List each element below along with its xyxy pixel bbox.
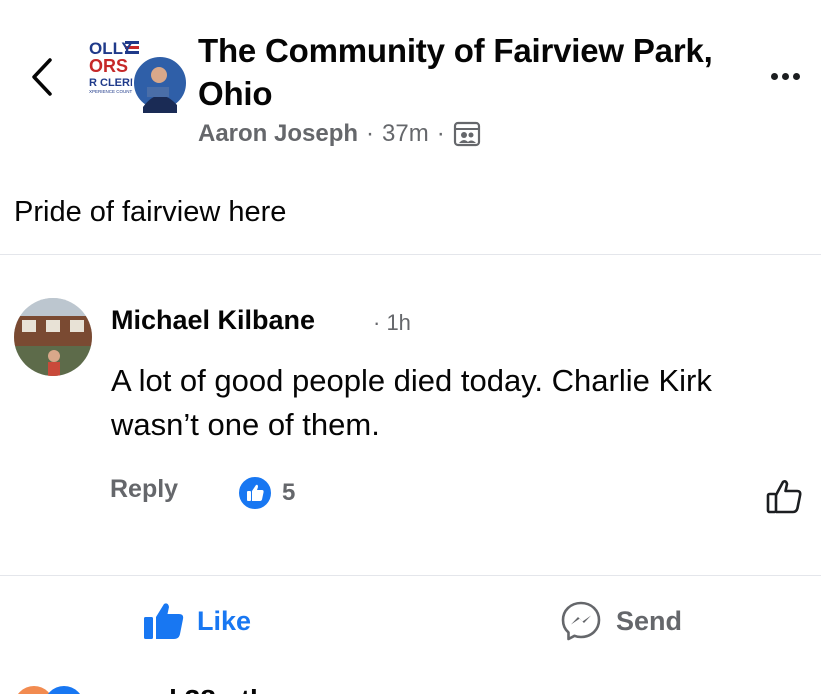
post-meta: Aaron Joseph · 37m · (198, 120, 481, 148)
logo-line-2: ORS (89, 56, 128, 76)
comment-like-button[interactable] (765, 477, 805, 517)
comment-avatar[interactable] (14, 298, 92, 376)
next-post-peek: ... and 38 others (0, 680, 821, 694)
comment-time[interactable]: · 1h (373, 310, 411, 336)
meta-separator: · (366, 120, 375, 147)
profile-photo-image (14, 298, 92, 376)
divider (0, 575, 821, 576)
messenger-icon (561, 601, 601, 641)
group-avatar[interactable]: OLLY ORS R CLERK XPERIENCE COUNT (87, 35, 187, 113)
post-author[interactable]: Aaron Joseph (198, 120, 358, 148)
peek-text: ... and 38 others (96, 684, 309, 694)
thumbs-up-outline-icon (766, 480, 802, 514)
members-only-icon[interactable] (453, 120, 481, 148)
send-button[interactable]: Send (560, 600, 682, 642)
comment-author[interactable]: Michael Kilbane (111, 305, 315, 336)
divider (0, 254, 821, 255)
more-dot (781, 72, 789, 80)
comment-text: A lot of good people died today. Charlie… (111, 363, 712, 442)
like-button[interactable]: Like (143, 602, 251, 640)
send-label: Send (616, 605, 683, 636)
meta-separator: · (436, 120, 445, 147)
more-dot (770, 72, 778, 80)
logo-line-3: R CLERK (89, 77, 138, 89)
chevron-left-icon (32, 58, 52, 96)
more-dot (792, 72, 800, 80)
comment-reactions[interactable]: 5 (237, 475, 295, 511)
post-header: OLLY ORS R CLERK XPERIENCE COUNT The Com… (0, 0, 821, 175)
more-options-button[interactable] (760, 64, 810, 88)
thumbs-up-reaction-icon (237, 475, 273, 511)
post-time[interactable]: 37m (382, 120, 429, 148)
reply-button[interactable]: Reply (110, 475, 178, 504)
group-name[interactable]: The Community of Fairview Park, Ohio (198, 29, 718, 115)
campaign-logo-image: OLLY ORS R CLERK XPERIENCE COUNT (87, 35, 187, 113)
thumbs-up-filled-icon (144, 603, 184, 639)
logo-line-4: XPERIENCE COUNT (89, 89, 133, 94)
post-actions-bar: Like Send (0, 590, 821, 652)
reaction-count: 5 (282, 479, 296, 506)
like-label: Like (197, 605, 252, 636)
back-button[interactable] (18, 52, 66, 102)
reaction-avatar (44, 686, 84, 694)
post-text: Pride of fairview here (14, 196, 287, 228)
